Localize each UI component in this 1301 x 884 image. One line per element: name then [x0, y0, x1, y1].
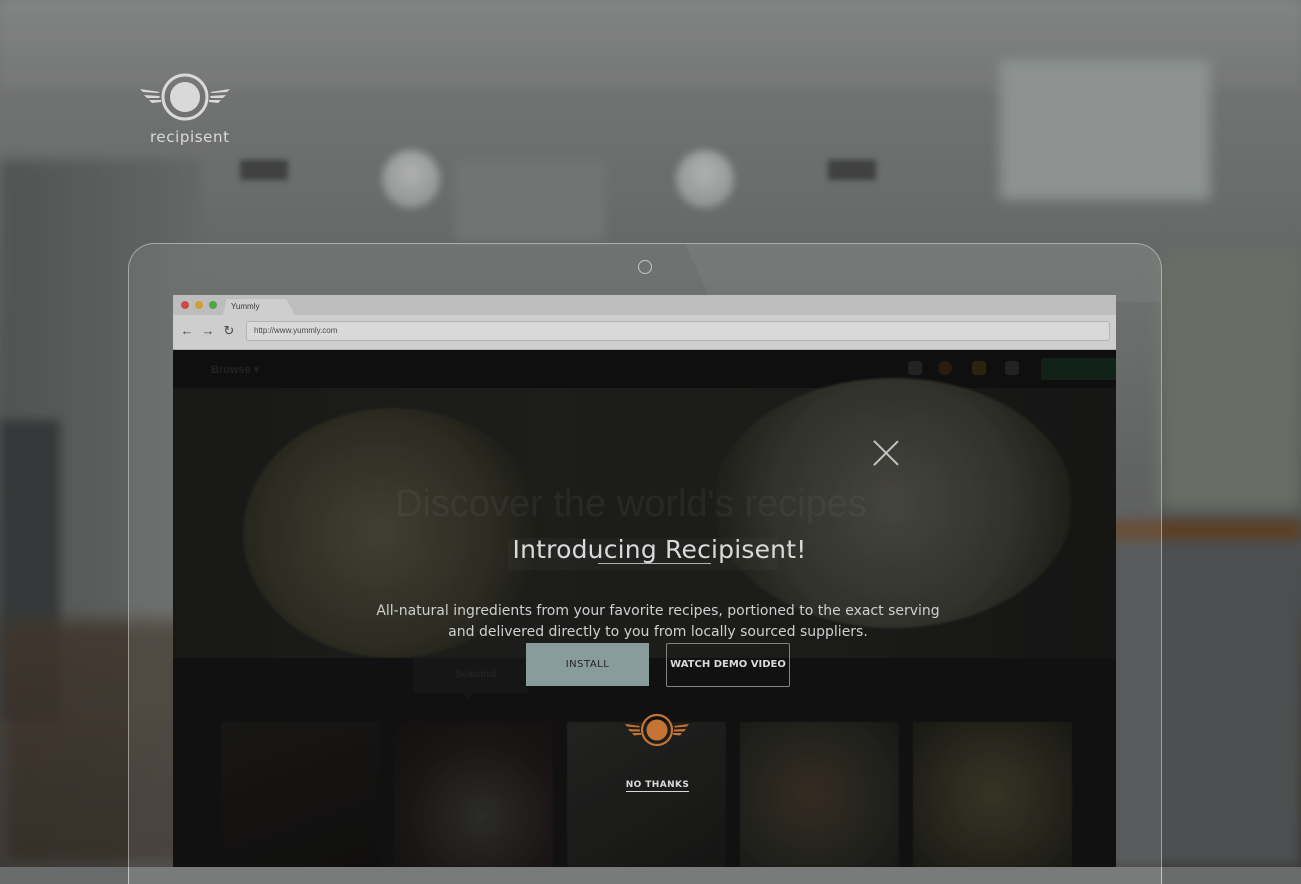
no-thanks-link-row: NO THANKS [173, 780, 1116, 792]
install-button[interactable]: INSTALL [526, 643, 649, 686]
reload-icon[interactable]: ↻ [221, 323, 237, 339]
recipisent-modal: Introducing Recipisent! All-natural ingr… [173, 350, 1116, 867]
title-divider [598, 563, 711, 564]
maximize-window-button[interactable] [209, 301, 217, 309]
browser-toolbar: ← → ↻ http://www.yummly.com [173, 315, 1116, 350]
close-icon[interactable] [873, 440, 899, 466]
browser-window: Yummly ← → ↻ http://www.yummly.com Brows… [173, 295, 1116, 867]
minimize-window-button[interactable] [195, 301, 203, 309]
browser-tabbar: Yummly [173, 295, 1116, 315]
recipisent-winged-logo-icon [625, 713, 689, 747]
watch-demo-video-button[interactable]: WATCH DEMO VIDEO [666, 643, 790, 687]
webcam-icon [638, 260, 652, 274]
back-arrow-icon[interactable]: ← [179, 323, 195, 339]
browser-tab[interactable]: Yummly [223, 299, 295, 315]
recipisent-winged-logo-icon [140, 73, 230, 121]
browser-tab-title: Yummly [231, 302, 260, 311]
modal-description: All-natural ingredients from your favori… [376, 603, 940, 640]
brand-logo: recipisent [138, 72, 233, 152]
address-bar-url: http://www.yummly.com [254, 326, 338, 335]
no-thanks-link[interactable]: NO THANKS [625, 780, 690, 792]
brand-name: recipisent [150, 128, 230, 146]
forward-arrow-icon[interactable]: → [200, 323, 216, 339]
close-window-button[interactable] [181, 301, 189, 309]
modal-title: Introducing Recipisent! [512, 534, 807, 564]
address-bar[interactable]: http://www.yummly.com [246, 321, 1110, 341]
